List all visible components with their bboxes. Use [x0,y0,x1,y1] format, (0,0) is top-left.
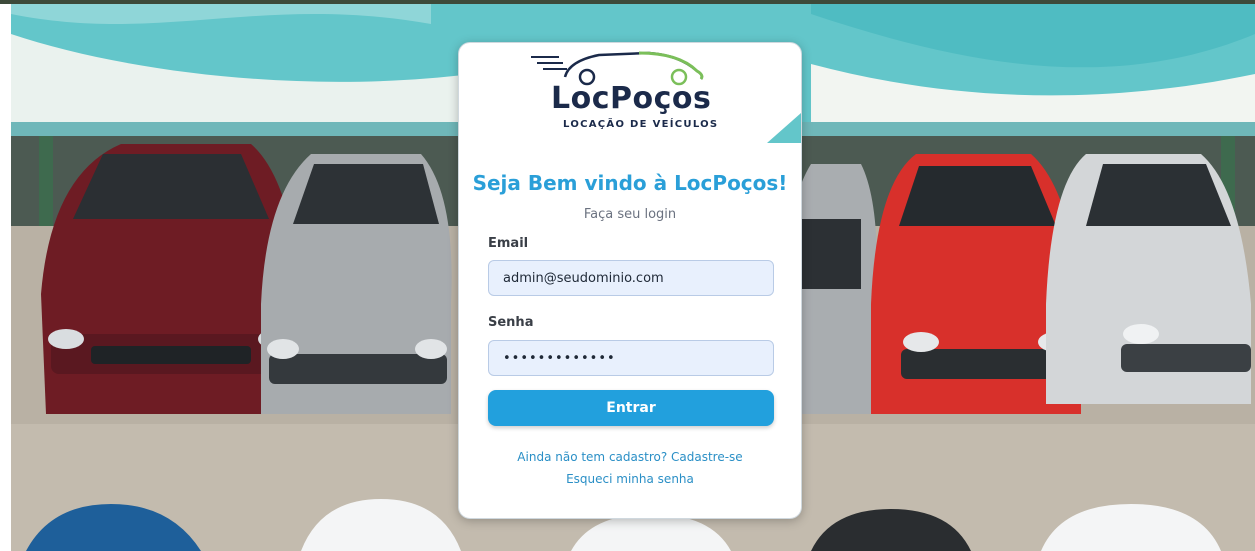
brand-logo: LocPoços LOCAÇÃO DE VEÍCULOS [529,47,719,135]
email-field[interactable] [488,260,774,296]
login-button[interactable]: Entrar [488,390,774,426]
welcome-heading: Seja Bem vindo à LocPoços! [472,171,788,195]
login-card: LocPoços LOCAÇÃO DE VEÍCULOS Seja Bem vi… [458,42,802,519]
corner-decoration [767,113,801,143]
password-label: Senha [488,315,534,330]
signup-link[interactable]: Ainda não tem cadastro? Cadastre-se [459,450,801,464]
brand-name: LocPoços [551,81,712,116]
login-subheading: Faça seu login [583,207,677,222]
password-field[interactable] [488,340,774,376]
brand-tagline: LOCAÇÃO DE VEÍCULOS [563,119,719,130]
left-margin [0,4,11,551]
forgot-password-link[interactable]: Esqueci minha senha [459,472,801,486]
email-label: Email [488,236,529,251]
